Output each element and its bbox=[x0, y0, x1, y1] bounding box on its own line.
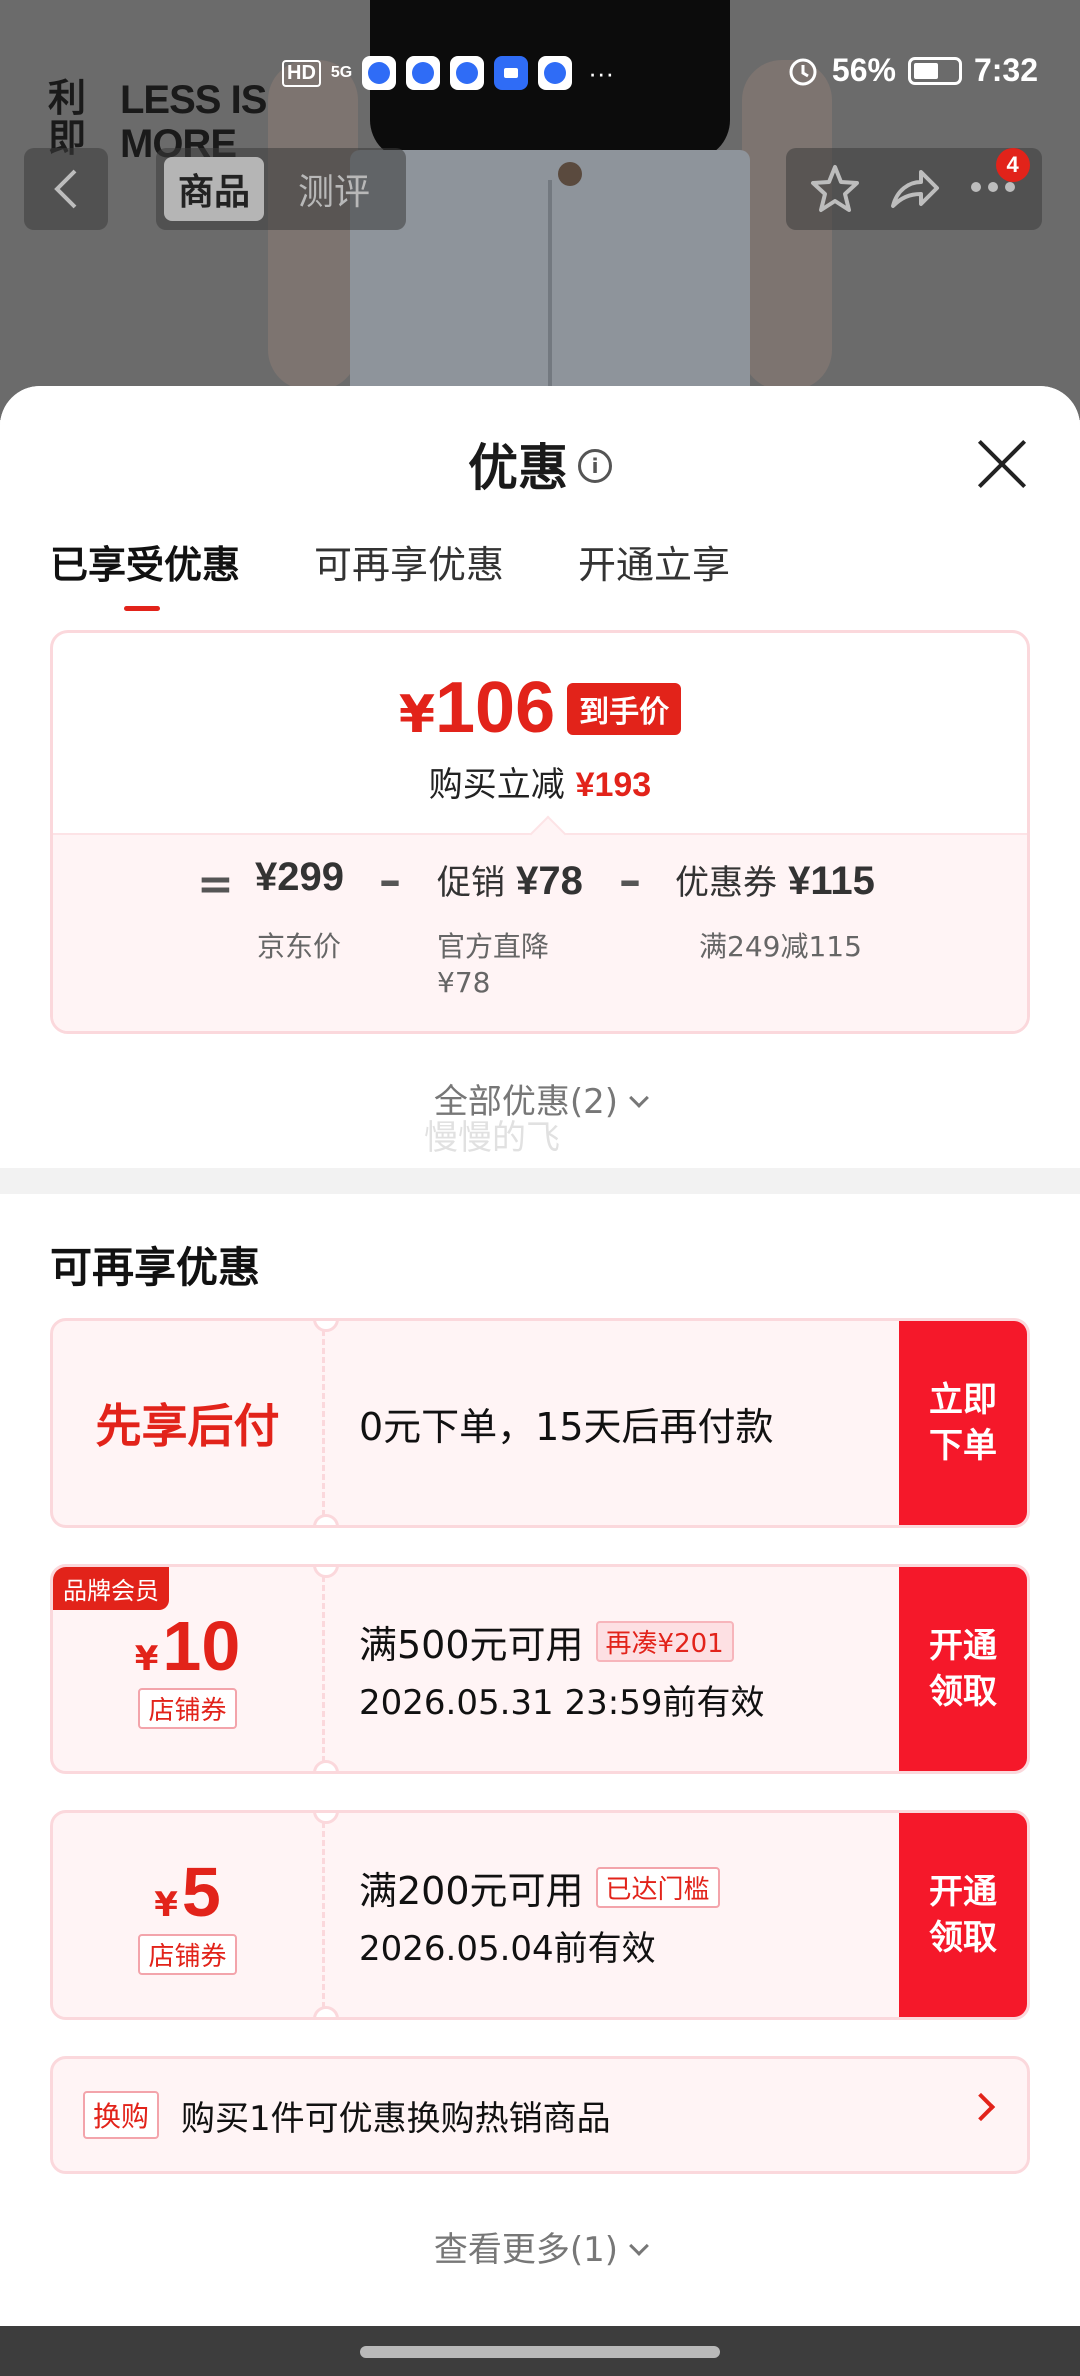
section-title: 可再享优惠 bbox=[50, 1243, 261, 1292]
coupon-type: 店铺券 bbox=[138, 1933, 237, 1975]
coupon-value: ¥5 bbox=[154, 1852, 221, 1931]
coupon-card: ¥5 店铺券 满200元可用 已达门槛 2026.05.04前有效 开通领取 bbox=[50, 1810, 1030, 2020]
app-notification-icon bbox=[450, 56, 485, 90]
offers-sheet: 优惠 i 已享受优惠 可再享优惠 开通立享 ¥ 106 到手价 购买立减 ¥193 bbox=[0, 386, 1080, 2326]
battery-percent: 56% bbox=[831, 52, 896, 88]
close-button[interactable] bbox=[974, 436, 1030, 492]
sheet-title: 优惠 i bbox=[0, 428, 1080, 500]
top-actions: 4 bbox=[786, 148, 1042, 230]
app-notification-icon bbox=[494, 56, 529, 90]
final-price-tag: 到手价 bbox=[567, 683, 682, 735]
tab-product[interactable]: 商品 bbox=[164, 157, 265, 221]
chevron-down-icon bbox=[629, 2236, 649, 2256]
signal-icon: 5G bbox=[330, 64, 353, 81]
see-more-toggle[interactable]: 查看更多(1) bbox=[0, 2222, 1080, 2271]
watermark: 慢慢的飞 bbox=[424, 1118, 560, 1158]
share-icon[interactable] bbox=[887, 162, 941, 216]
tab-open-enjoy[interactable]: 开通立享 bbox=[578, 534, 730, 611]
tab-enjoyed-offers[interactable]: 已享受优惠 bbox=[50, 534, 240, 611]
order-now-button[interactable]: 立即下单 bbox=[899, 1321, 1027, 1525]
more-button[interactable]: 4 bbox=[966, 148, 1030, 218]
app-notification-icon bbox=[362, 56, 397, 90]
clock: 7:32 bbox=[973, 52, 1038, 88]
home-indicator[interactable] bbox=[360, 2346, 720, 2358]
remaining-tag: 再凑¥201 bbox=[595, 1621, 734, 1662]
chevron-right-icon bbox=[966, 2092, 996, 2122]
coupon-type: 店铺券 bbox=[138, 1687, 237, 1729]
alarm-icon bbox=[789, 58, 817, 85]
validity: 2026.05.04前有效 bbox=[359, 1929, 656, 1969]
swap-tag: 换购 bbox=[83, 2091, 160, 2139]
product-tabs: 商品 测评 bbox=[156, 148, 406, 230]
offer-tabs: 已享受优惠 可再享优惠 开通立享 bbox=[50, 534, 730, 611]
battery-icon bbox=[907, 56, 962, 85]
trade-in-offer-row[interactable]: 换购 购买1件可优惠换购热销商品 bbox=[50, 2056, 1030, 2174]
coupon-amount: 优惠券 ¥115 bbox=[675, 859, 875, 903]
chevron-down-icon bbox=[629, 1088, 649, 1108]
coupon-value: ¥10 bbox=[134, 1606, 241, 1685]
hd-indicator: HD bbox=[282, 59, 321, 87]
tab-review[interactable]: 测评 bbox=[284, 157, 384, 221]
status-bar: HD 5G ··· 56% 7:32 bbox=[0, 48, 1080, 102]
tab-more-offers[interactable]: 可再享优惠 bbox=[314, 534, 504, 611]
app-notification-icon bbox=[538, 56, 573, 90]
app-notification-icon bbox=[406, 56, 441, 90]
price-breakdown-card: ¥ 106 到手价 购买立减 ¥193 = ¥299 京东价 – 促销 ¥78 … bbox=[50, 630, 1030, 1034]
chevron-left-icon bbox=[54, 169, 77, 209]
validity: 2026.05.31 23:59前有效 bbox=[359, 1683, 765, 1723]
star-icon[interactable] bbox=[808, 162, 862, 216]
promo-amount: 促销 ¥78 bbox=[437, 859, 583, 903]
threshold-reached-tag: 已达门槛 bbox=[595, 1867, 720, 1908]
savings-line: 购买立减 ¥193 bbox=[428, 765, 652, 805]
pay-later-offer: 先享后付 0元下单，15天后再付款 立即下单 bbox=[50, 1318, 1030, 1528]
back-button[interactable] bbox=[24, 148, 108, 230]
claim-coupon-button[interactable]: 开通领取 bbox=[899, 1567, 1027, 1771]
final-price: ¥ 106 到手价 bbox=[399, 667, 682, 749]
claim-coupon-button[interactable]: 开通领取 bbox=[899, 1813, 1027, 2017]
jd-price: ¥299 bbox=[255, 855, 344, 899]
info-icon[interactable]: i bbox=[578, 448, 612, 483]
more-notifications-icon: ··· bbox=[588, 57, 615, 88]
coupon-card: 品牌会员 ¥10 店铺券 满500元可用 再凑¥201 2026.05.31 2… bbox=[50, 1564, 1030, 1774]
notification-badge: 4 bbox=[995, 148, 1030, 182]
